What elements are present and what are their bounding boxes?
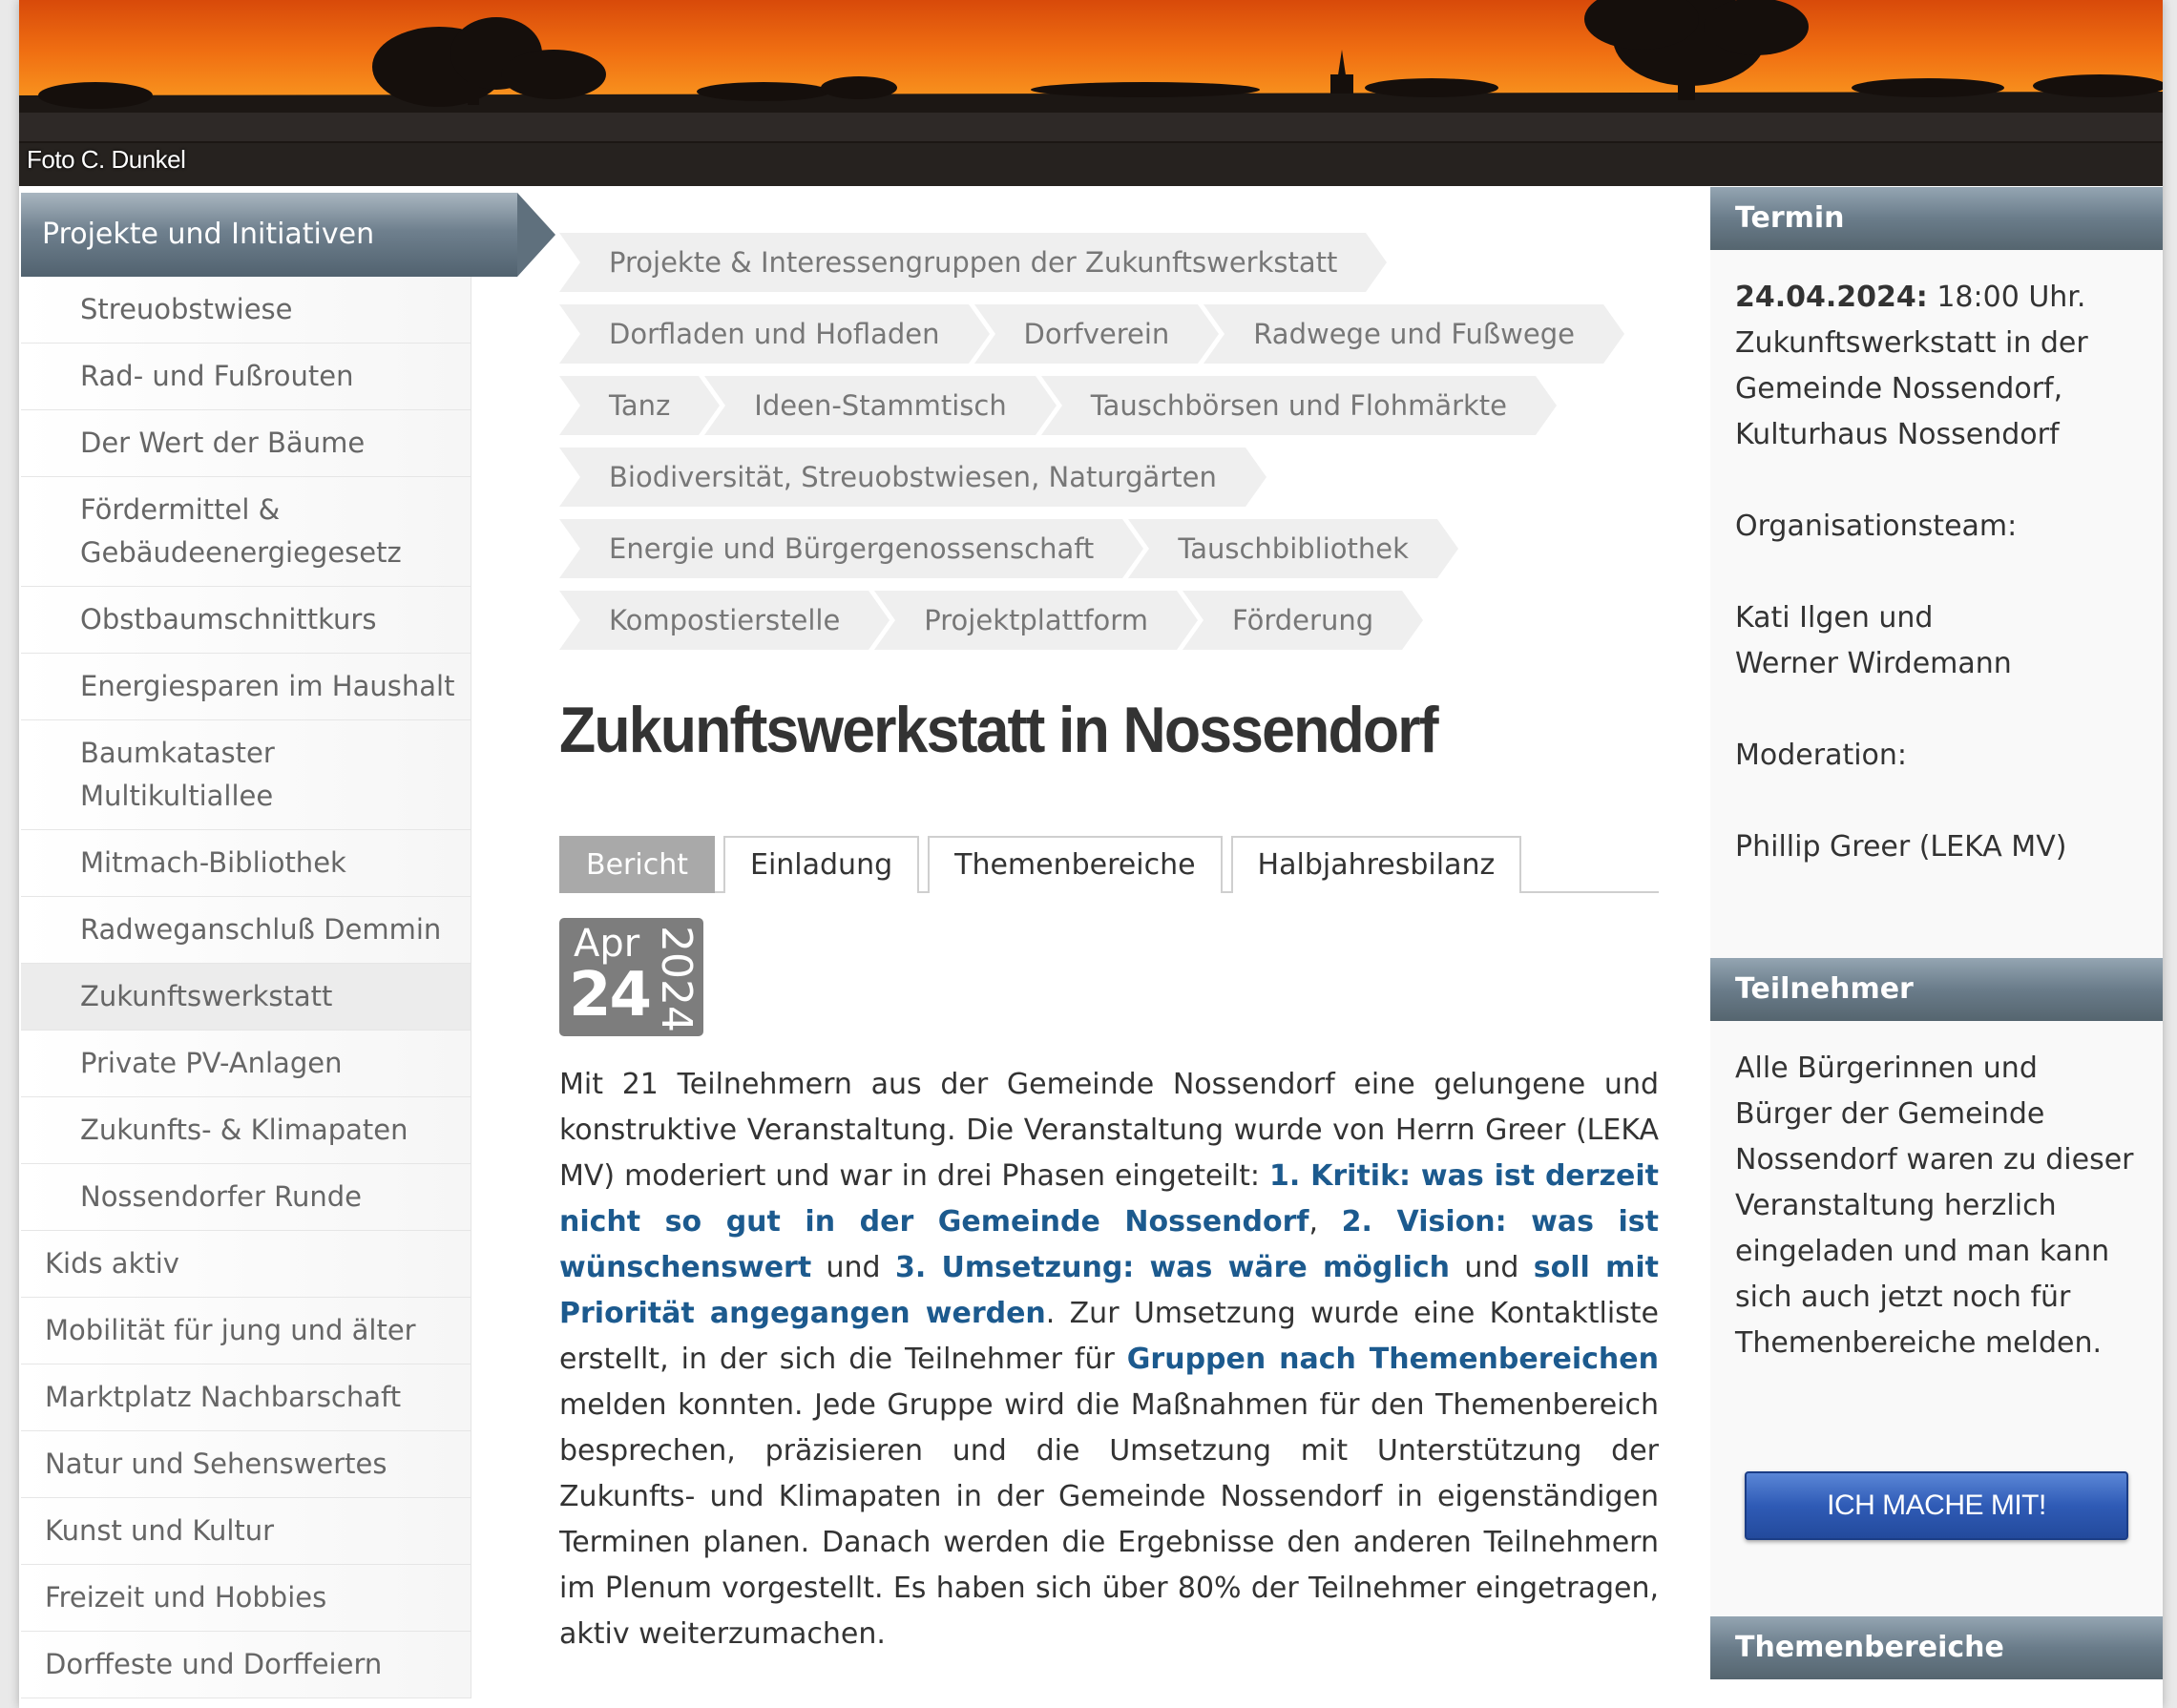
tag-biodiversitaet[interactable]: Biodiversität, Streuobstwiesen, Naturgär… [559, 448, 1266, 507]
sidebar-nav: Projekte und Initiativen Streuobstwiese … [21, 193, 555, 1698]
moderation-label: Moderation: [1735, 739, 1908, 772]
tag-kompostierstelle[interactable]: Kompostierstelle [559, 591, 890, 650]
link-umsetzung[interactable]: 3. Umsetzung: was wäre möglich [895, 1251, 1450, 1284]
sidebar-item-obstbaumschnittkurs[interactable]: Obstbaumschnittkurs [21, 587, 471, 654]
sidebar-item-baumkataster[interactable]: Baumkataster Multikultiallee [21, 720, 471, 830]
teilnehmer-line: Alle Bürgerinnen und [1735, 1052, 2038, 1085]
termin-location-line: Zukunftswerkstatt in der [1735, 326, 2088, 360]
content-tabs: Bericht Einladung Themenbereiche Halbjah… [559, 836, 1659, 893]
date-badge: Apr 24 2024 [559, 918, 703, 1036]
tag-projektplattform[interactable]: Projektplattform [874, 591, 1198, 650]
termin-heading: Termin [1710, 187, 2163, 250]
date-year: 2024 [652, 926, 701, 1032]
article-text-part: melden konnten. Jede Gruppe wird die Maß… [559, 1388, 1659, 1651]
termin-location-line: Gemeinde Nossendorf, [1735, 372, 2063, 406]
date-day: 24 [569, 960, 652, 1031]
tab-einladung[interactable]: Einladung [722, 836, 920, 893]
tag-tauschboersen[interactable]: Tauschbörsen und Flohmärkte [1040, 376, 1558, 435]
org-line: Kati Ilgen und [1735, 601, 1934, 635]
teilnehmer-heading: Teilnehmer [1710, 958, 2163, 1021]
sidebar-item-foerdermittel[interactable]: Fördermittel & Gebäudeenergiegesetz [21, 477, 471, 587]
header-banner: Foto C. Dunkel [19, 0, 2163, 186]
tag-dorfverein[interactable]: Dorfverein [973, 304, 1220, 364]
teilnehmer-line: sich auch jetzt noch für [1735, 1281, 2071, 1314]
termin-location-line: Kulturhaus Nossendorf [1735, 418, 2060, 451]
tab-bericht[interactable]: Bericht [559, 836, 715, 893]
sidebar-heading[interactable]: Projekte und Initiativen [21, 193, 555, 277]
sidebar-item-mitmach-bibliothek[interactable]: Mitmach-Bibliothek [21, 830, 471, 897]
tag-dorfladen[interactable]: Dorfladen und Hofladen [559, 304, 989, 364]
sidebar-item-natur[interactable]: Natur und Sehenswertes [21, 1431, 471, 1498]
termin-date: 24.04.2024: [1735, 281, 1928, 314]
teilnehmer-line: Veranstaltung herzlich [1735, 1189, 2057, 1222]
sidebar-item-dorffeste[interactable]: Dorffeste und Dorffeiern [21, 1632, 471, 1698]
project-tag-nav: Projekte & Interessengruppen der Zukunft… [559, 233, 1666, 662]
org-line: Werner Wirdemann [1735, 647, 2012, 680]
sidebar-item-freizeit[interactable]: Freizeit und Hobbies [21, 1565, 471, 1632]
article-text-part: , [1308, 1205, 1342, 1239]
sidebar-item-pv-anlagen[interactable]: Private PV-Anlagen [21, 1031, 471, 1097]
sidebar-item-radweganschluss[interactable]: Radweganschluß Demmin [21, 897, 471, 964]
sidebar-item-energiesparen[interactable]: Energiesparen im Haushalt [21, 654, 471, 720]
teilnehmer-line: Themenbereiche melden. [1735, 1326, 2103, 1360]
tag-projekte-interessengruppen[interactable]: Projekte & Interessengruppen der Zukunft… [559, 233, 1388, 292]
page: Foto C. Dunkel Projekte und Initiativen … [19, 0, 2163, 1708]
sunset-landscape-image [19, 0, 2163, 186]
page-title: Zukunftswerkstatt in Nossendorf [559, 694, 1439, 766]
sidebar-item-streuobstwiese[interactable]: Streuobstwiese [21, 277, 471, 344]
ich-mache-mit-button[interactable]: ICH MACHE MIT! [1745, 1471, 2128, 1540]
termin-time: 18:00 Uhr. [1927, 281, 2086, 314]
tag-row: Biodiversität, Streuobstwiesen, Naturgär… [559, 448, 1666, 519]
tag-row: Dorfladen und Hofladen Dorfverein Radweg… [559, 304, 1666, 376]
teilnehmer-line: Bürger der Gemeinde [1735, 1097, 2045, 1131]
sidebar-item-mobilitaet[interactable]: Mobilität für jung und älter [21, 1298, 471, 1364]
sidebar-item-zukunftswerkstatt[interactable]: Zukunftswerkstatt [21, 964, 471, 1031]
themenbereiche-heading: Themenbereiche [1710, 1616, 2163, 1679]
tag-row: Projekte & Interessengruppen der Zukunft… [559, 233, 1666, 304]
tab-themenbereiche[interactable]: Themenbereiche [928, 836, 1223, 893]
teilnehmer-line: Nossendorf waren zu dieser [1735, 1143, 2134, 1177]
tag-foerderung[interactable]: Förderung [1182, 591, 1424, 650]
termin-datetime: 24.04.2024: 18:00 Uhr. [1735, 275, 2138, 321]
teilnehmer-box: Alle Bürgerinnen und Bürger der Gemeinde… [1710, 1021, 2163, 1616]
sidebar-item-kids-aktiv[interactable]: Kids aktiv [21, 1231, 471, 1298]
tag-ideen-stammtisch[interactable]: Ideen-Stammtisch [704, 376, 1057, 435]
org-label: Organisationsteam: [1735, 510, 2018, 543]
article-text-part: und [811, 1251, 895, 1284]
teilnehmer-line: eingeladen und man kann [1735, 1235, 2110, 1268]
tag-tauschbibliothek[interactable]: Tauschbibliothek [1128, 519, 1458, 578]
sidebar-item-klimapaten[interactable]: Zukunfts- & Klimapaten [21, 1097, 471, 1164]
photo-credit: Foto C. Dunkel [27, 145, 186, 174]
article-text: Mit 21 Teilnehmern aus der Gemeinde Noss… [559, 1062, 1659, 1657]
tag-tanz[interactable]: Tanz [559, 376, 721, 435]
sidebar-item-nossendorfer-runde[interactable]: Nossendorfer Runde [21, 1164, 471, 1231]
termin-box: 24.04.2024: 18:00 Uhr. Zukunftswerkstatt… [1710, 250, 2163, 958]
tag-row: Tanz Ideen-Stammtisch Tauschbörsen und F… [559, 376, 1666, 448]
sidebar-item-wert-der-baeume[interactable]: Der Wert der Bäume [21, 410, 471, 477]
link-gruppen-themenbereiche[interactable]: Gruppen nach Themenbereichen [1127, 1343, 1659, 1376]
sidebar-item-kunst-kultur[interactable]: Kunst und Kultur [21, 1498, 471, 1565]
sidebar-item-rad-fussrouten[interactable]: Rad- und Fußrouten [21, 344, 471, 410]
moderation-name: Phillip Greer (LEKA MV) [1735, 830, 2067, 864]
sidebar-item-marktplatz[interactable]: Marktplatz Nachbarschaft [21, 1364, 471, 1431]
sidebar-list: Streuobstwiese Rad- und Fußrouten Der We… [21, 277, 471, 1698]
tag-row: Energie und Bürgergenossenschaft Tauschb… [559, 519, 1666, 591]
article-text-part: und [1450, 1251, 1534, 1284]
right-sidebar: Termin 24.04.2024: 18:00 Uhr. Zukunftswe… [1710, 187, 2163, 1679]
tab-halbjahresbilanz[interactable]: Halbjahresbilanz [1230, 836, 1522, 893]
tag-energie[interactable]: Energie und Bürgergenossenschaft [559, 519, 1144, 578]
tag-row: Kompostierstelle Projektplattform Förder… [559, 591, 1666, 662]
tag-radwege[interactable]: Radwege und Fußwege [1204, 304, 1624, 364]
